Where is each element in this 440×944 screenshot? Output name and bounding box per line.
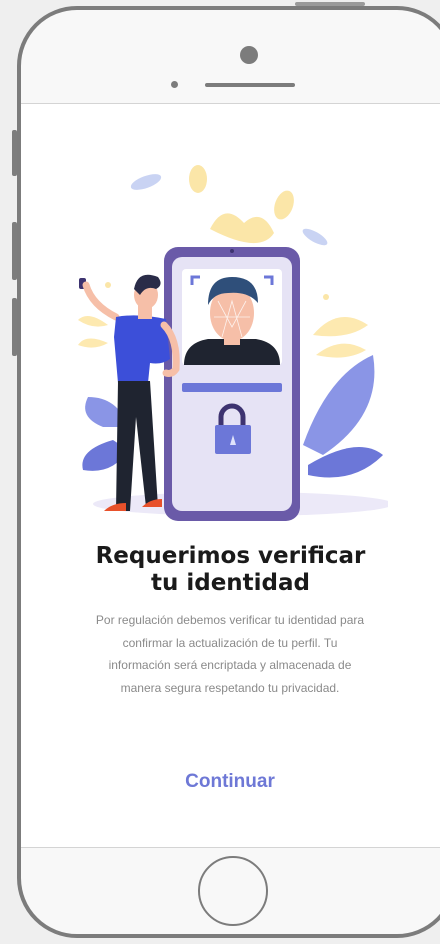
verification-device bbox=[164, 247, 300, 521]
description-line: manera segura respetando tu privacidad. bbox=[120, 680, 340, 695]
power-button bbox=[295, 2, 365, 6]
description-line: confirmar la actualización de tu perfil.… bbox=[122, 635, 338, 650]
top-bezel bbox=[21, 10, 440, 103]
title-line-1: Requerimos verificar bbox=[95, 543, 366, 569]
continue-button[interactable]: Continuar bbox=[160, 764, 300, 800]
description-line: información será encriptada y almacenada… bbox=[108, 658, 352, 672]
description-text: Por regulación debemos verificar tu iden… bbox=[68, 609, 392, 699]
page-title: Requerimos verificar tu identidad bbox=[21, 543, 440, 597]
earpiece-speaker bbox=[205, 83, 295, 87]
description-line: Por regulación debemos verificar tu iden… bbox=[95, 613, 365, 627]
volume-down-button bbox=[12, 298, 17, 356]
mute-switch bbox=[12, 130, 17, 176]
proximity-sensor bbox=[171, 81, 178, 88]
title-line-2: tu identidad bbox=[150, 570, 311, 596]
front-camera bbox=[240, 46, 258, 64]
home-button[interactable] bbox=[198, 856, 268, 926]
person-with-key-fob bbox=[79, 274, 180, 511]
identity-verification-illustration bbox=[78, 165, 388, 521]
volume-up-button bbox=[12, 222, 17, 280]
